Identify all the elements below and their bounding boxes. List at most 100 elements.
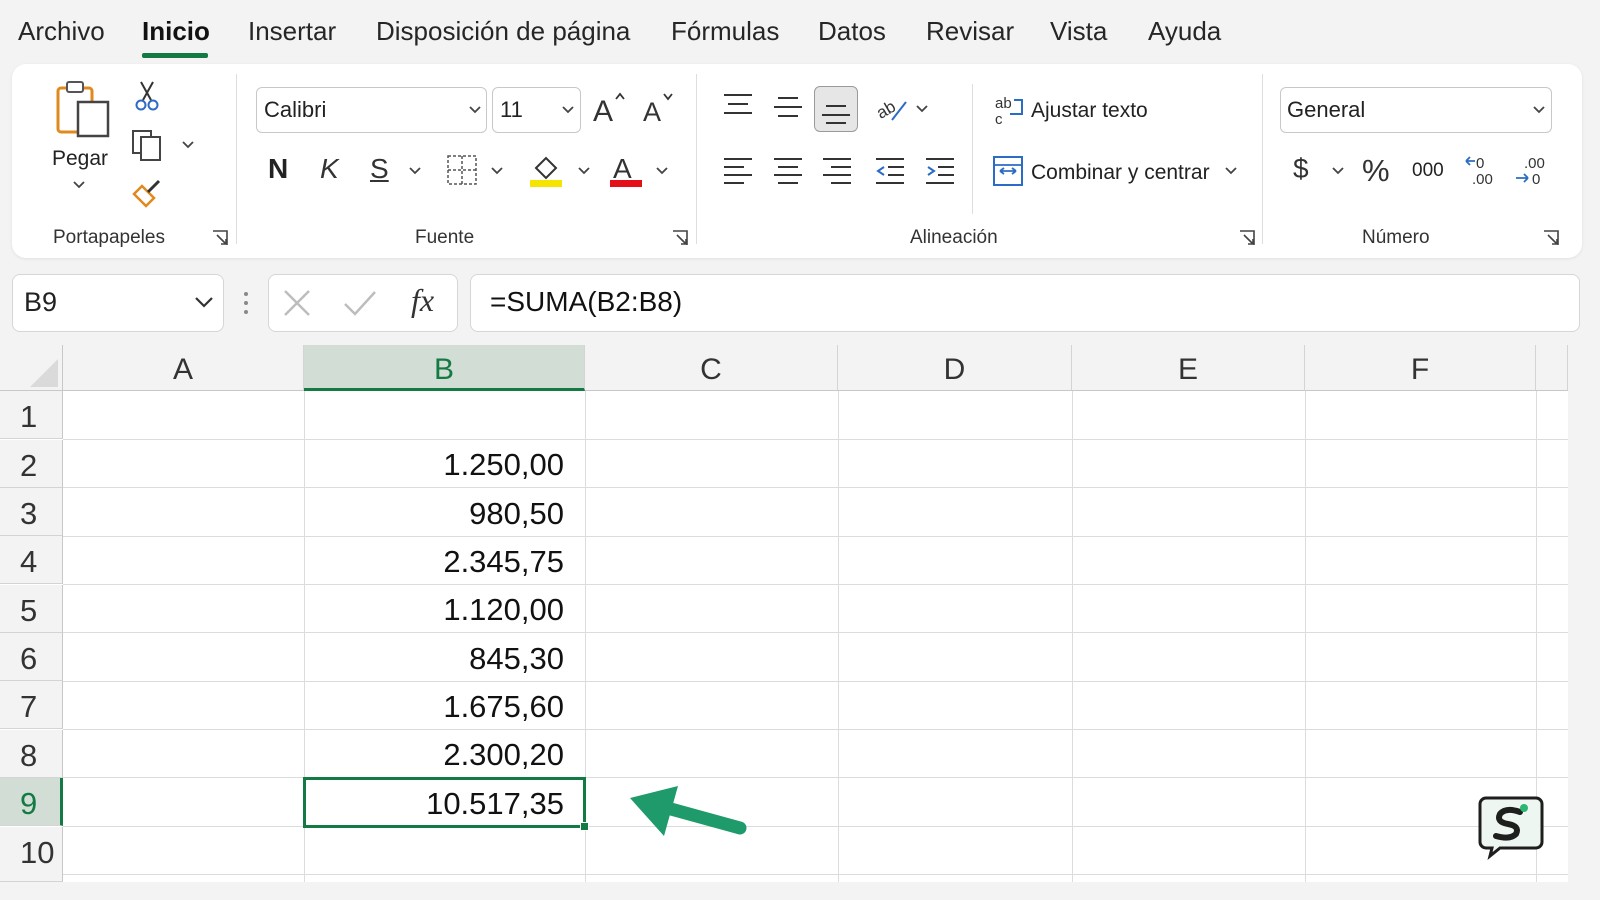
tab-formulas[interactable]: Fórmulas	[671, 16, 779, 47]
column-header-e[interactable]: E	[1072, 345, 1305, 391]
thousands-button[interactable]: 000	[1412, 160, 1444, 182]
formula-bar-more-icon[interactable]	[240, 290, 252, 318]
italic-button[interactable]: K	[320, 153, 339, 185]
cell-b3[interactable]: 980,50	[304, 496, 564, 532]
underline-chevron-down-icon[interactable]	[408, 166, 422, 176]
alignment-dialog-launcher-icon[interactable]	[1239, 230, 1255, 246]
paste-label[interactable]: Pegar	[52, 147, 108, 171]
cell-b2[interactable]: 1.250,00	[304, 447, 564, 483]
font-size-chevron-down-icon[interactable]	[561, 105, 575, 115]
align-left-icon[interactable]	[722, 155, 754, 187]
cancel-icon[interactable]	[282, 288, 312, 318]
column-header-b[interactable]: B	[304, 345, 585, 391]
clipboard-dialog-launcher-icon[interactable]	[212, 230, 228, 246]
copy-chevron-down-icon[interactable]	[181, 140, 195, 150]
font-color-chevron-down-icon[interactable]	[655, 166, 669, 176]
fill-color-chevron-down-icon[interactable]	[577, 166, 591, 176]
increase-indent-icon[interactable]	[924, 155, 956, 187]
tab-revisar[interactable]: Revisar	[926, 16, 1014, 47]
insert-function-button[interactable]: fx	[411, 282, 434, 319]
wrap-text-icon[interactable]: ab c	[994, 92, 1026, 126]
row-header-8[interactable]: 8	[0, 730, 63, 778]
borders-icon[interactable]	[446, 154, 478, 186]
name-box-chevron-down-icon[interactable]	[194, 296, 214, 308]
fill-handle[interactable]	[580, 822, 589, 831]
row-header-6[interactable]: 6	[0, 633, 63, 681]
orientation-icon[interactable]: ab	[874, 92, 910, 124]
row-header-7[interactable]: 7	[0, 681, 63, 729]
font-name-chevron-down-icon[interactable]	[468, 105, 482, 115]
enter-check-icon[interactable]	[342, 288, 378, 318]
tab-insertar[interactable]: Insertar	[248, 16, 336, 47]
decrease-font-size-icon[interactable]: A	[642, 90, 676, 126]
copy-icon[interactable]	[130, 128, 164, 162]
merge-center-chevron-down-icon[interactable]	[1224, 166, 1238, 176]
format-painter-icon[interactable]	[130, 178, 164, 210]
row-header-1[interactable]: 1	[0, 391, 63, 439]
merge-center-icon[interactable]	[992, 155, 1024, 187]
number-format-chevron-down-icon[interactable]	[1532, 105, 1546, 115]
gridline	[63, 487, 1568, 488]
separator	[1262, 74, 1263, 244]
column-header-d[interactable]: D	[838, 345, 1072, 391]
font-color-icon[interactable]: A	[608, 152, 644, 188]
tab-vista[interactable]: Vista	[1050, 16, 1107, 47]
paste-icon[interactable]	[54, 80, 112, 140]
row-header-10[interactable]: 10	[0, 827, 63, 882]
align-center-icon[interactable]	[772, 155, 804, 187]
tab-inicio[interactable]: Inicio	[142, 16, 210, 47]
row-header-5[interactable]: 5	[0, 585, 63, 633]
cell-b8[interactable]: 2.300,20	[304, 737, 564, 773]
gridline	[63, 826, 1568, 827]
gridline	[63, 874, 1568, 875]
row-header-2[interactable]: 2	[0, 440, 63, 488]
app-logo-icon	[1478, 796, 1544, 860]
tab-disposicion[interactable]: Disposición de página	[376, 16, 630, 47]
underline-button[interactable]: S	[370, 153, 389, 185]
gridline	[1072, 391, 1073, 882]
column-header-c[interactable]: C	[585, 345, 838, 391]
column-header-g[interactable]	[1536, 345, 1568, 391]
cell-b4[interactable]: 2.345,75	[304, 544, 564, 580]
tab-archivo[interactable]: Archivo	[18, 16, 105, 47]
cut-icon[interactable]	[134, 80, 160, 112]
svg-text:ab: ab	[874, 97, 899, 123]
column-header-f[interactable]: F	[1305, 345, 1536, 391]
row-header-4[interactable]: 4	[0, 536, 63, 584]
wrap-text-button[interactable]: Ajustar texto	[1031, 99, 1148, 123]
tab-ayuda[interactable]: Ayuda	[1148, 16, 1221, 47]
tab-datos[interactable]: Datos	[818, 16, 886, 47]
currency-chevron-down-icon[interactable]	[1331, 166, 1345, 176]
svg-text:A: A	[593, 95, 613, 126]
number-dialog-launcher-icon[interactable]	[1543, 230, 1559, 246]
align-middle-icon[interactable]	[772, 92, 804, 120]
group-label-alineacion: Alineación	[910, 227, 998, 248]
align-bottom-icon[interactable]	[820, 94, 852, 126]
orientation-chevron-down-icon[interactable]	[915, 104, 929, 114]
cell-b6[interactable]: 845,30	[304, 641, 564, 677]
worksheet-grid[interactable]	[0, 345, 1568, 882]
row-header-9[interactable]: 9	[0, 778, 63, 826]
column-header-a[interactable]: A	[63, 345, 304, 391]
align-right-icon[interactable]	[821, 155, 853, 187]
cell-b5[interactable]: 1.120,00	[304, 592, 564, 628]
borders-chevron-down-icon[interactable]	[490, 166, 504, 176]
separator	[696, 74, 697, 244]
currency-button[interactable]: $	[1293, 153, 1309, 185]
bold-button[interactable]: N	[268, 153, 288, 185]
decrease-decimal-icon[interactable]: .00 0	[1514, 152, 1548, 188]
percent-button[interactable]: %	[1362, 153, 1390, 189]
decrease-indent-icon[interactable]	[874, 155, 906, 187]
paste-chevron-down-icon[interactable]	[72, 180, 86, 190]
align-top-icon[interactable]	[722, 92, 754, 120]
increase-decimal-icon[interactable]: 0 .00	[1464, 152, 1498, 188]
cell-b7[interactable]: 1.675,60	[304, 689, 564, 725]
active-cell-outline[interactable]	[303, 777, 586, 828]
font-dialog-launcher-icon[interactable]	[672, 230, 688, 246]
fill-color-icon[interactable]	[528, 154, 564, 188]
merge-center-button[interactable]: Combinar y centrar	[1031, 161, 1210, 185]
row-header-3[interactable]: 3	[0, 488, 63, 536]
select-all-corner[interactable]	[0, 345, 63, 391]
increase-font-size-icon[interactable]: A	[592, 90, 626, 126]
ribbon-tabs: Archivo Inicio Insertar Disposición de p…	[0, 0, 1568, 62]
